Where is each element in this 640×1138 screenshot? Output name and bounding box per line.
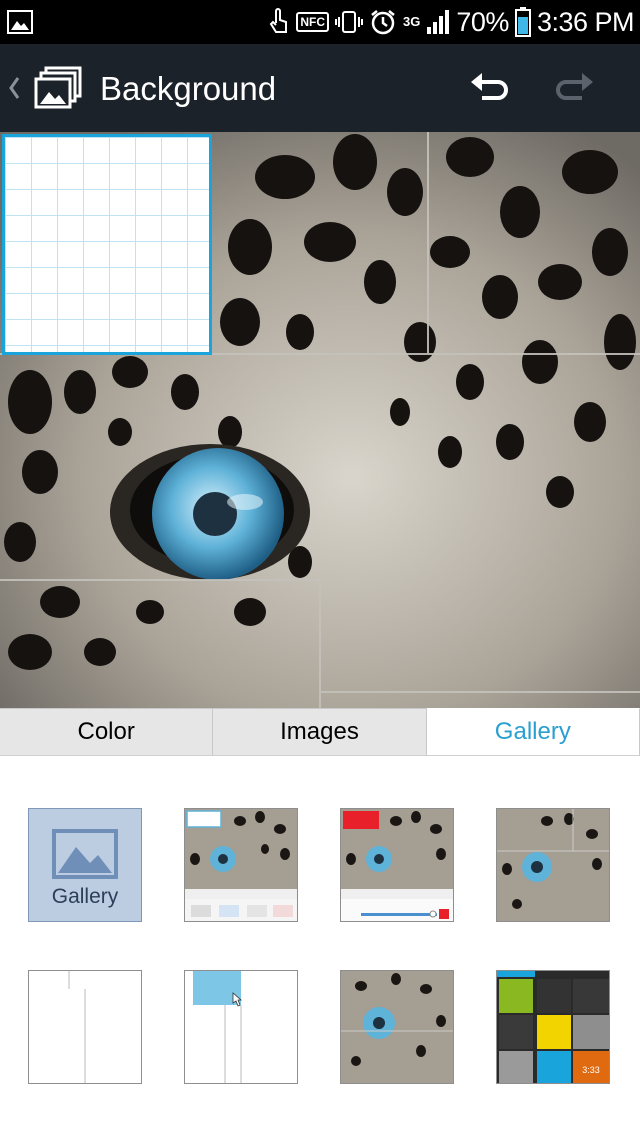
nfc-icon: NFC — [296, 12, 330, 32]
background-preview-canvas[interactable] — [0, 132, 640, 708]
tab-images[interactable]: Images — [213, 708, 427, 755]
vibrate-icon — [335, 9, 364, 35]
thumbnail-saved-1[interactable] — [184, 808, 298, 922]
thumbnail-saved-5[interactable] — [184, 970, 298, 1084]
gallery-stack-icon[interactable] — [34, 66, 84, 110]
battery-icon — [514, 7, 531, 37]
thumbnail-saved-7[interactable]: 3:33 — [496, 970, 610, 1084]
alarm-clock-icon — [369, 8, 397, 36]
redo-icon[interactable] — [552, 70, 596, 106]
image-placeholder-icon — [52, 829, 118, 879]
screenshot-notification-icon — [6, 8, 34, 36]
tab-gallery[interactable]: Gallery — [426, 708, 640, 755]
signal-strength-icon — [426, 9, 450, 35]
thumbnail-saved-3[interactable] — [496, 808, 610, 922]
tab-color[interactable]: Color — [0, 708, 214, 755]
thumbnail-image — [341, 809, 453, 921]
thumbnail-image — [185, 809, 297, 921]
status-bar: NFC 3G 70% 3:36 PM — [0, 0, 640, 44]
selected-grid-tile[interactable] — [2, 134, 212, 355]
thumbnail-image — [185, 971, 297, 1083]
gallery-open-tile[interactable]: Gallery — [28, 808, 142, 922]
gallery-thumbnail-grid: Gallery 3:33 — [0, 756, 640, 1138]
gallery-tile-label: Gallery — [51, 885, 119, 908]
thumbnail-image — [497, 809, 609, 921]
background-type-tabs: Color Images Gallery — [0, 708, 640, 756]
back-chevron-icon[interactable] — [6, 72, 22, 104]
thumbnail-saved-6[interactable] — [340, 970, 454, 1084]
thumbnail-saved-2[interactable] — [340, 808, 454, 922]
battery-percent: 70% — [456, 6, 509, 37]
action-bar: Background — [0, 44, 640, 132]
page-title: Background — [100, 70, 277, 107]
touch-icon — [268, 7, 290, 37]
undo-icon[interactable] — [468, 70, 512, 106]
thumbnail-image — [29, 971, 141, 1083]
thumbnail-saved-4[interactable] — [28, 970, 142, 1084]
status-time: 3:36 PM — [536, 6, 635, 37]
thumbnail-image: 3:33 — [497, 971, 609, 1083]
thumbnail-image — [341, 971, 453, 1083]
network-type-badge: 3G — [403, 14, 421, 29]
tile-clock-text: 3:33 — [582, 1065, 600, 1075]
